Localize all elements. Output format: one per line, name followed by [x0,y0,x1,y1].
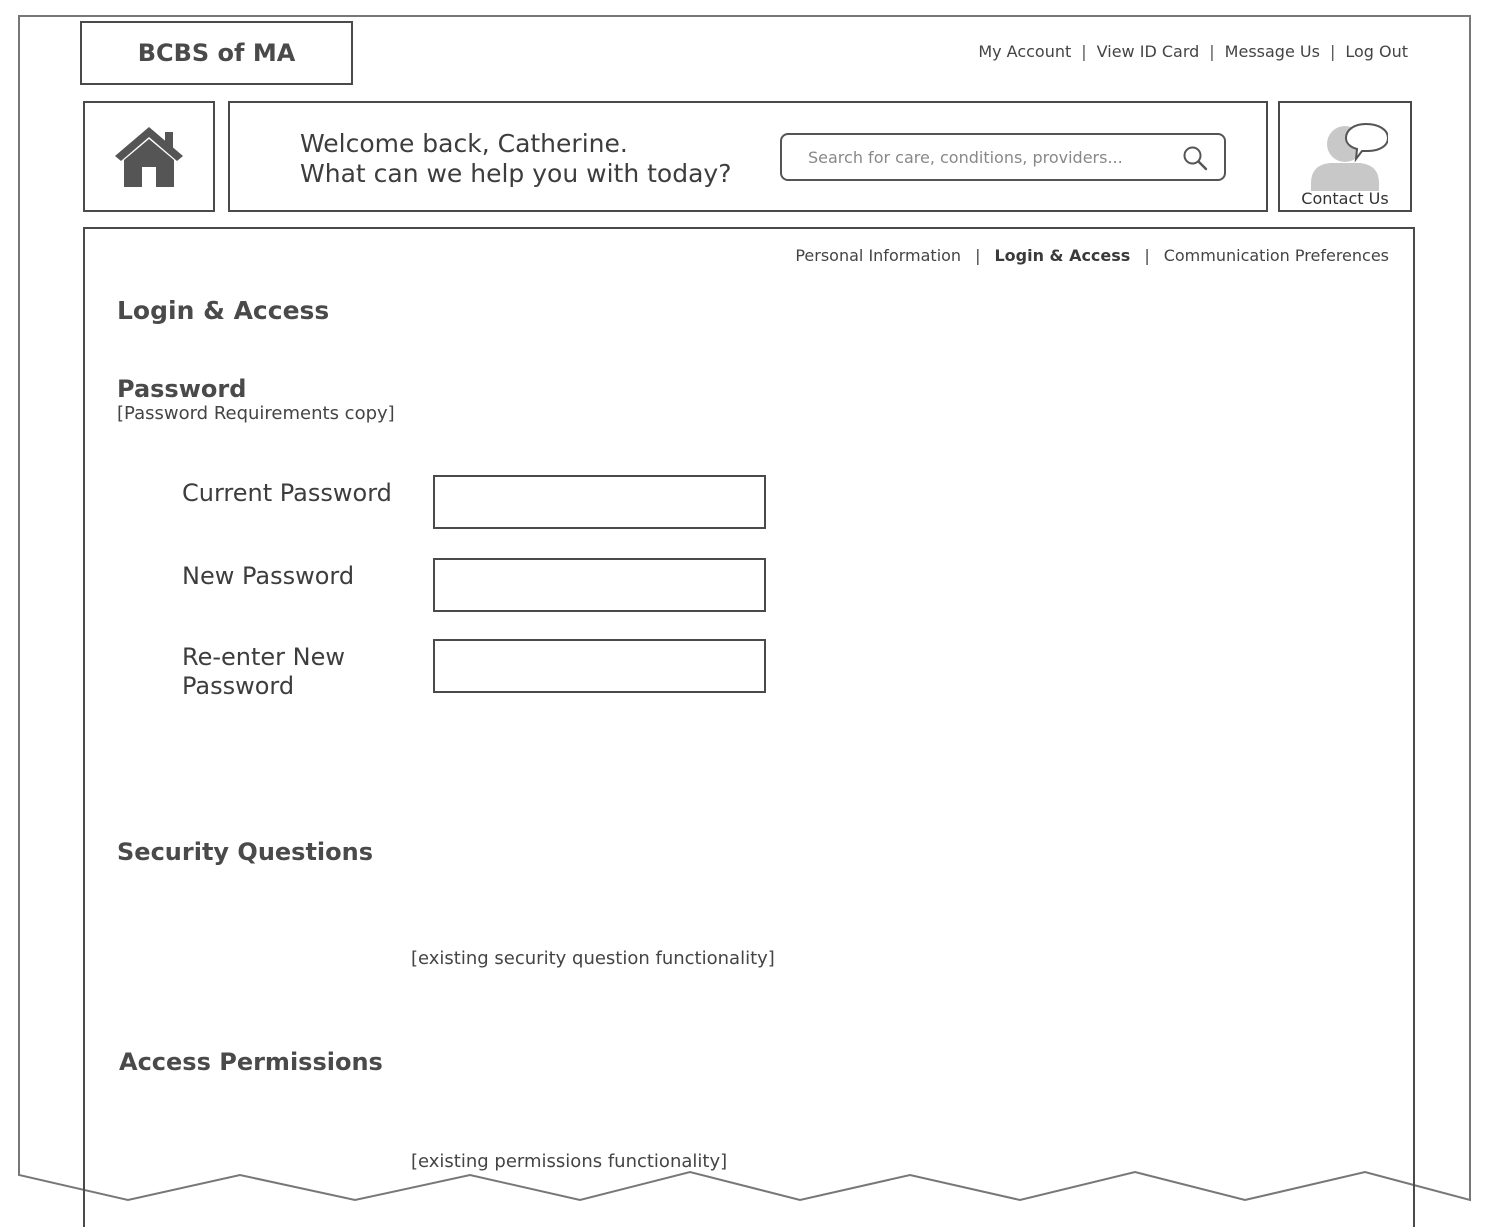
tab-login-access[interactable]: Login & Access [994,246,1130,265]
tab-separator: | [1144,246,1150,265]
password-requirements: [Password Requirements copy] [117,403,395,424]
logo[interactable]: BCBS of MA [80,21,353,85]
access-permissions-placeholder: [existing permissions functionality] [411,1151,728,1172]
home-icon [115,126,183,187]
page-title: Login & Access [117,296,330,325]
contact-us-button[interactable]: Contact Us [1278,101,1412,212]
utility-nav: My Account | View ID Card | Message Us |… [978,42,1408,61]
my-account-link[interactable]: My Account [978,42,1071,61]
logo-text: BCBS of MA [137,39,296,67]
reenter-password-label: Re-enter New Password [182,643,346,700]
tab-personal-information[interactable]: Personal Information [795,246,961,265]
welcome-message: Welcome back, Catherine. What can we hel… [300,129,731,189]
reenter-password-input[interactable] [433,639,766,693]
log-out-link[interactable]: Log Out [1345,42,1408,61]
search-input[interactable] [806,146,1170,168]
settings-tabs: Personal Information | Login & Access | … [795,246,1389,265]
home-button[interactable] [83,101,215,212]
security-questions-heading: Security Questions [117,838,374,866]
welcome-line-1: Welcome back, Catherine. [300,129,628,158]
nav-separator: | [1209,42,1215,61]
search-bar [780,133,1226,181]
welcome-banner: Welcome back, Catherine. What can we hel… [228,101,1268,212]
new-password-input[interactable] [433,558,766,612]
tab-separator: | [975,246,981,265]
security-questions-placeholder: [existing security question functionalit… [411,948,775,969]
contact-person-icon [1311,122,1388,191]
nav-separator: | [1081,42,1087,61]
message-us-link[interactable]: Message Us [1225,42,1320,61]
access-permissions-heading: Access Permissions [119,1048,383,1076]
current-password-input[interactable] [433,475,766,529]
view-id-card-link[interactable]: View ID Card [1097,42,1200,61]
current-password-label: Current Password [182,479,392,507]
nav-separator: | [1329,42,1336,61]
password-heading: Password [117,375,247,403]
tab-communication-preferences[interactable]: Communication Preferences [1164,246,1389,265]
main-panel: Personal Information | Login & Access | … [83,227,1415,1227]
new-password-label: New Password [182,562,355,590]
search-icon[interactable] [1182,145,1208,171]
welcome-line-2: What can we help you with today? [300,159,732,188]
contact-us-label: Contact Us [1301,189,1389,208]
